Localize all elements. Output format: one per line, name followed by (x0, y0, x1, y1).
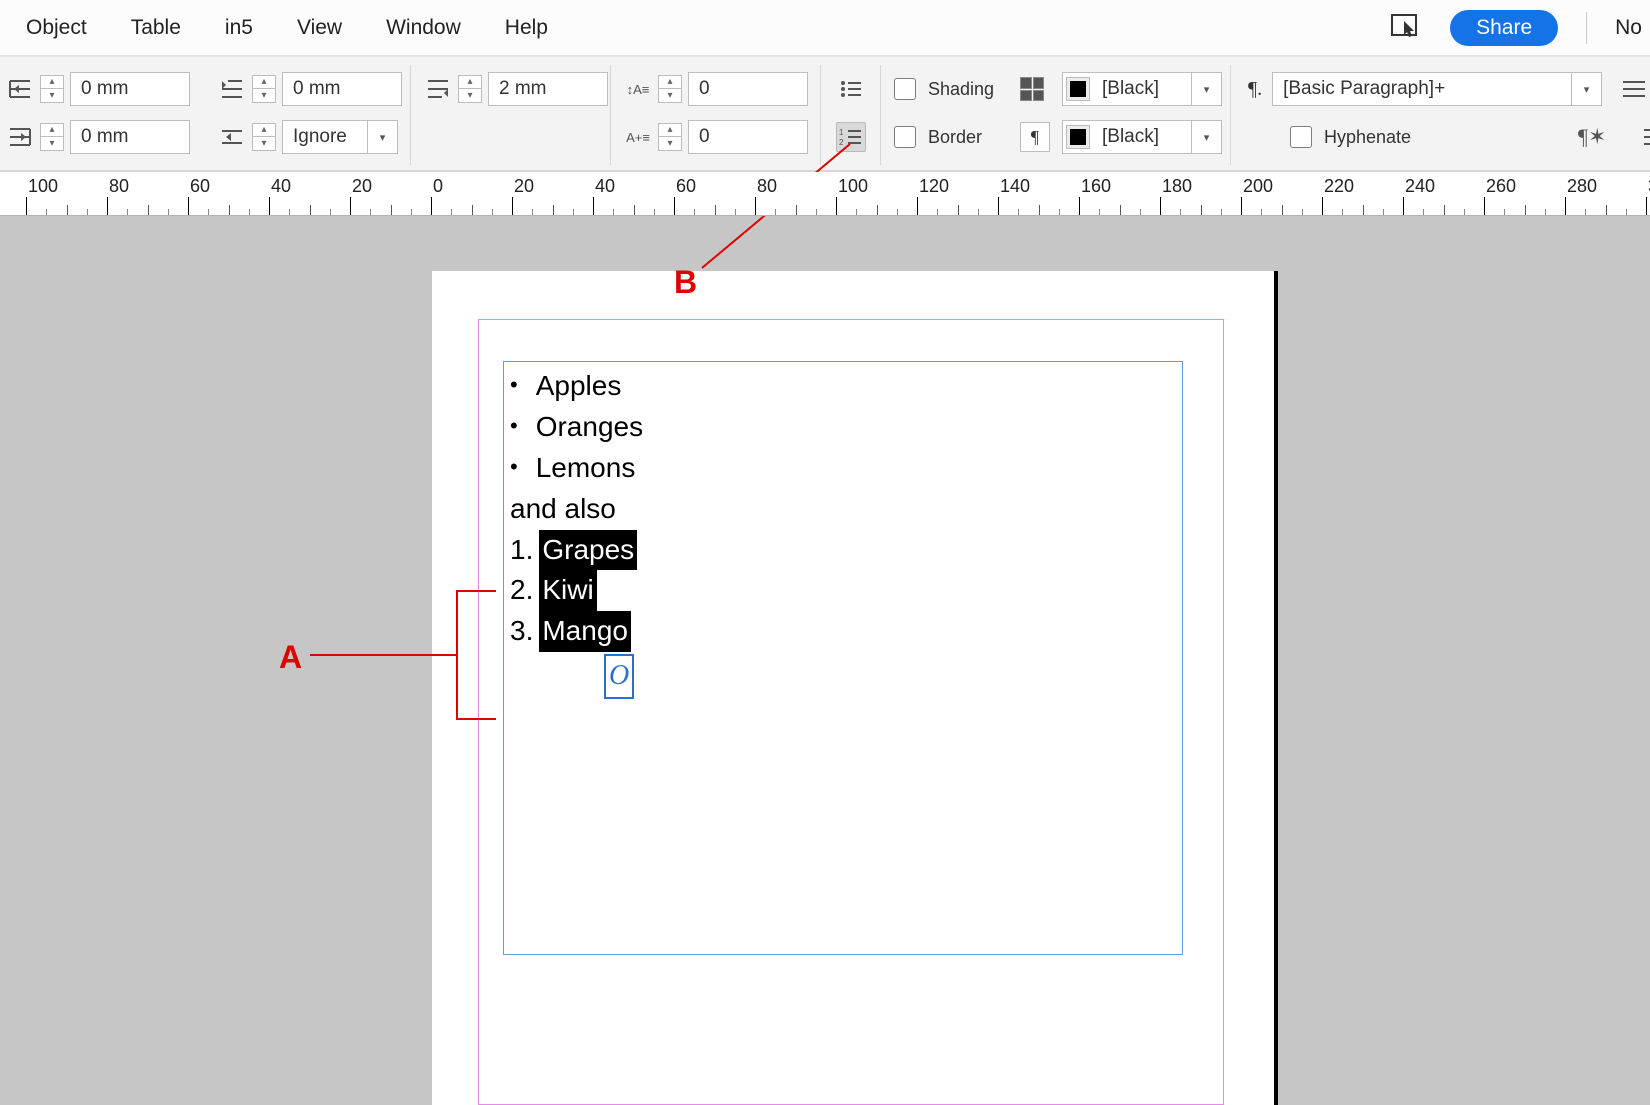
text-frame[interactable]: •Apples •Oranges •Lemons and also 1.Grap… (503, 361, 1183, 955)
menu-object[interactable]: Object (4, 16, 109, 40)
ruler-label: 20 (514, 176, 534, 197)
control-panel: ▴▾ 0 mm ▴▾ 0 mm ▴▾ 0 mm ▴▾ Ignore ▾ ▴▾ 2… (0, 56, 1650, 172)
paragraph-style-icon: ¶. (1248, 78, 1262, 101)
ignore-align-icon (218, 123, 246, 151)
menu-window[interactable]: Window (364, 16, 483, 40)
shading-label: Shading (928, 79, 994, 100)
right-indent-field[interactable]: 0 mm (70, 120, 190, 154)
ruler-label: 20 (352, 176, 372, 197)
page: •Apples •Oranges •Lemons and also 1.Grap… (432, 271, 1274, 1105)
space-before-icon: ↕A≡ (624, 75, 652, 103)
shading-color-combo[interactable]: [Black] ▾ (1062, 72, 1222, 106)
space-after-icon: A+≡ (624, 123, 652, 151)
annotation-b-label: B (674, 264, 697, 301)
menu-table[interactable]: Table (109, 16, 203, 40)
list-item: 2.Kiwi (510, 570, 1176, 611)
paragraph-direction-icon[interactable]: ¶ (1020, 122, 1050, 152)
space-before-stepper[interactable]: ▴▾ (658, 75, 682, 103)
menu-in5[interactable]: in5 (203, 16, 275, 40)
numbered-list-button[interactable]: 12 (836, 122, 866, 152)
left-indent-icon (6, 75, 34, 103)
hyphenate-label: Hyphenate (1324, 127, 1411, 148)
chevron-down-icon[interactable]: ▾ (1192, 72, 1222, 106)
chevron-down-icon[interactable]: ▾ (368, 120, 398, 154)
list-item: •Apples (510, 366, 1176, 407)
ruler-label: 100 (838, 176, 868, 197)
clipped-text: No (1615, 16, 1642, 40)
share-button[interactable]: Share (1450, 10, 1558, 46)
border-label: Border (928, 127, 982, 148)
list-item: •Oranges (510, 407, 1176, 448)
ruler-label: 140 (1000, 176, 1030, 197)
last-line-indent-icon (424, 75, 452, 103)
left-indent-stepper[interactable]: ▴▾ (40, 75, 64, 103)
ignore-combo[interactable]: Ignore ▾ (282, 120, 398, 154)
annotation-a-label: A (279, 639, 302, 676)
hyphenate-checkbox[interactable] (1290, 126, 1312, 148)
document-content: •Apples •Oranges •Lemons and also 1.Grap… (504, 362, 1182, 699)
bulleted-list-button[interactable] (836, 74, 866, 104)
space-after-stepper[interactable]: ▴▾ (658, 123, 682, 151)
space-before-field[interactable]: 0 (688, 72, 808, 106)
cursor-placeholder-icon: O (604, 654, 634, 699)
ruler-label: 260 (1486, 176, 1516, 197)
list-item: 1.Grapes (510, 530, 1176, 571)
border-color-combo[interactable]: [Black] ▾ (1062, 120, 1222, 154)
paragraph-style-combo[interactable]: [Basic Paragraph]+ ▾ (1272, 72, 1602, 106)
ignore-stepper[interactable]: ▴▾ (252, 123, 276, 151)
menu-view[interactable]: View (275, 16, 364, 40)
menubar: Object Table in5 View Window Help Share … (0, 0, 1650, 56)
ruler-label: 60 (676, 176, 696, 197)
touch-workspace-icon[interactable] (1390, 13, 1422, 43)
ruler-label: 220 (1324, 176, 1354, 197)
svg-text:1: 1 (839, 128, 844, 137)
border-checkbox[interactable] (894, 126, 916, 148)
space-after-field[interactable]: 0 (688, 120, 808, 154)
clear-overrides-icon[interactable] (1620, 75, 1648, 103)
last-line-indent-field[interactable]: 2 mm (488, 72, 608, 106)
chevron-down-icon[interactable]: ▾ (1572, 72, 1602, 106)
workspace: •Apples •Oranges •Lemons and also 1.Grap… (0, 216, 1650, 1105)
svg-text:2: 2 (839, 138, 844, 147)
shading-preview-icon[interactable] (1020, 77, 1044, 101)
plain-line: and also (510, 489, 1176, 530)
horizontal-ruler[interactable]: 1008060402002040608010012014016018020022… (0, 172, 1650, 216)
shading-checkbox[interactable] (894, 78, 916, 100)
last-line-indent-stepper[interactable]: ▴▾ (458, 75, 482, 103)
ruler-label: 40 (271, 176, 291, 197)
paragraph-direction-toggle-icon[interactable]: ¶✶ (1578, 124, 1606, 150)
ruler-label: 80 (109, 176, 129, 197)
annotation-a-line (310, 654, 456, 656)
right-indent-icon (6, 123, 34, 151)
first-line-indent-field[interactable]: 0 mm (282, 72, 402, 106)
ruler-label: 200 (1243, 176, 1273, 197)
chevron-down-icon[interactable]: ▾ (1192, 120, 1222, 154)
first-line-indent-icon (218, 75, 246, 103)
ruler-label: 60 (190, 176, 210, 197)
first-line-indent-stepper[interactable]: ▴▾ (252, 75, 276, 103)
ruler-label: 160 (1081, 176, 1111, 197)
ruler-label: 0 (433, 176, 443, 197)
menu-help[interactable]: Help (483, 16, 570, 40)
ruler-label: 240 (1405, 176, 1435, 197)
annotation-a-bracket (456, 590, 496, 720)
ruler-label: 280 (1567, 176, 1597, 197)
list-item: 3.Mango (510, 611, 1176, 652)
ruler-label: 180 (1162, 176, 1192, 197)
ruler-label: 100 (28, 176, 58, 197)
right-indent-stepper[interactable]: ▴▾ (40, 123, 64, 151)
ruler-label: 80 (757, 176, 777, 197)
ruler-label: 40 (595, 176, 615, 197)
ruler-label: 120 (919, 176, 949, 197)
left-indent-field[interactable]: 0 mm (70, 72, 190, 106)
panel-menu-icon[interactable] (1640, 123, 1650, 151)
list-item: •Lemons (510, 448, 1176, 489)
